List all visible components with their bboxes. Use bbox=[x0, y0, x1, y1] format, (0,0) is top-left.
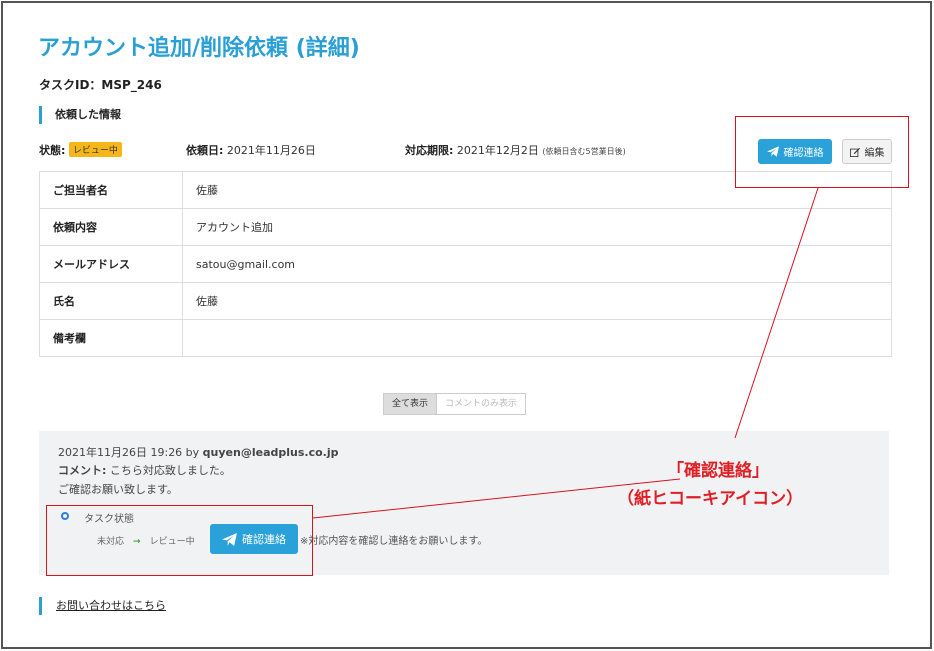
annotation-leader-lines bbox=[312, 187, 819, 519]
leader-line-upper bbox=[734, 187, 819, 439]
annotation-line-2: （紙ヒコーキアイコン） bbox=[617, 489, 804, 509]
annotation-line-1: 「確認連絡」 bbox=[667, 461, 769, 481]
